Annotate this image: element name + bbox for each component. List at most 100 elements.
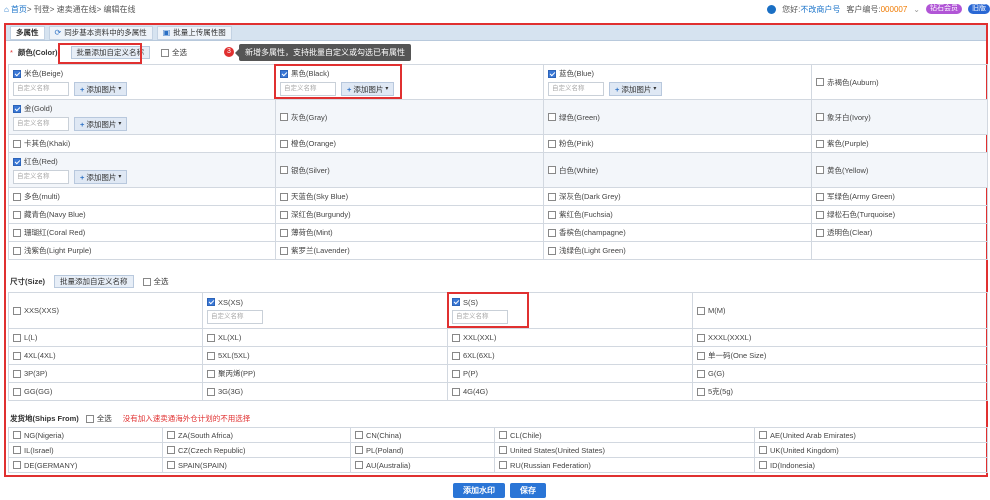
option-label[interactable]: 聚丙烯(PP) bbox=[207, 368, 443, 379]
checkbox[interactable] bbox=[548, 69, 556, 78]
add-watermark-button[interactable]: 添加水印 bbox=[453, 483, 505, 498]
option-label[interactable]: 藏青色(Navy Blue) bbox=[13, 209, 271, 220]
option-label[interactable]: G(G) bbox=[697, 369, 983, 378]
checkbox[interactable] bbox=[207, 351, 215, 360]
option-label[interactable]: 赤褐色(Auburn) bbox=[816, 77, 983, 88]
checkbox[interactable] bbox=[207, 369, 215, 378]
breadcrumb-home[interactable]: 首页 bbox=[11, 4, 27, 15]
checkbox[interactable] bbox=[499, 431, 507, 439]
size-batch-button[interactable]: 批量添加自定义名称 bbox=[54, 275, 134, 288]
checkbox[interactable] bbox=[816, 192, 824, 201]
checkbox[interactable] bbox=[280, 246, 288, 255]
option-label[interactable]: 军绿色(Army Green) bbox=[816, 191, 983, 202]
option-label[interactable]: XS(XS) bbox=[207, 298, 443, 307]
option-label[interactable]: ID(Indonesia) bbox=[759, 461, 983, 470]
checkbox[interactable] bbox=[13, 104, 21, 113]
option-label[interactable]: IL(Israel) bbox=[13, 446, 158, 455]
custom-name-input[interactable]: 自定义名称 bbox=[548, 82, 604, 96]
option-label[interactable]: UK(United Kingdom) bbox=[759, 446, 983, 455]
checkbox[interactable] bbox=[280, 113, 288, 121]
option-label[interactable]: ZA(South Africa) bbox=[167, 431, 346, 440]
option-label[interactable]: 卡其色(Khaki) bbox=[13, 138, 271, 149]
checkbox[interactable] bbox=[816, 139, 824, 148]
checkbox[interactable] bbox=[13, 351, 21, 360]
custom-name-input[interactable]: 自定义名称 bbox=[13, 170, 69, 184]
option-label[interactable]: 橙色(Orange) bbox=[280, 138, 539, 149]
option-label[interactable]: 白色(White) bbox=[548, 165, 807, 176]
option-label[interactable]: 3P(3P) bbox=[13, 369, 198, 378]
checkbox[interactable] bbox=[13, 228, 21, 237]
option-label[interactable]: 深红色(Burgundy) bbox=[280, 209, 539, 220]
checkbox[interactable] bbox=[499, 461, 507, 469]
checkbox[interactable] bbox=[142, 277, 151, 286]
option-label[interactable]: CZ(Czech Republic) bbox=[167, 446, 346, 455]
add-image-button[interactable]: + 添加图片 ▾ bbox=[74, 117, 128, 131]
option-label[interactable]: 5克(5g) bbox=[697, 386, 983, 397]
tab-batch-upload[interactable]: ▣ 批量上传属性图 bbox=[156, 25, 232, 40]
checkbox[interactable] bbox=[280, 228, 288, 237]
option-label[interactable]: GG(GG) bbox=[13, 387, 198, 396]
checkbox[interactable] bbox=[697, 333, 705, 342]
option-label[interactable]: RU(Russian Federation) bbox=[499, 461, 750, 470]
option-label[interactable]: 4XL(4XL) bbox=[13, 351, 198, 360]
checkbox[interactable] bbox=[816, 228, 824, 237]
option-label[interactable]: SPAIN(SPAIN) bbox=[167, 461, 346, 470]
option-label[interactable]: 4G(4G) bbox=[452, 387, 688, 396]
checkbox[interactable] bbox=[13, 431, 21, 439]
option-label[interactable]: NG(Nigeria) bbox=[13, 431, 158, 440]
checkbox[interactable] bbox=[548, 210, 556, 219]
option-label[interactable]: 3G(3G) bbox=[207, 387, 443, 396]
save-button[interactable]: 保存 bbox=[510, 483, 546, 498]
option-label[interactable]: 单一码(One Size) bbox=[697, 350, 983, 361]
chevron-down-icon[interactable]: ⌄ bbox=[913, 5, 920, 14]
checkbox[interactable] bbox=[816, 210, 824, 219]
option-label[interactable]: 多色(multi) bbox=[13, 191, 271, 202]
checkbox[interactable] bbox=[816, 78, 824, 86]
option-label[interactable]: 金(Gold) bbox=[13, 103, 271, 114]
old-version-button[interactable]: 旧版 bbox=[968, 4, 990, 14]
checkbox[interactable] bbox=[13, 446, 21, 454]
option-label[interactable]: 象牙白(Ivory) bbox=[816, 112, 983, 123]
option-label[interactable]: XXXL(XXXL) bbox=[697, 333, 983, 342]
checkbox[interactable] bbox=[759, 461, 767, 469]
checkbox[interactable] bbox=[13, 369, 21, 378]
checkbox[interactable] bbox=[452, 351, 460, 360]
checkbox[interactable] bbox=[161, 48, 169, 57]
option-label[interactable]: XXS(XXS) bbox=[13, 306, 198, 315]
add-image-button[interactable]: + 添加图片 ▾ bbox=[74, 82, 128, 96]
checkbox[interactable] bbox=[452, 333, 460, 342]
checkbox[interactable] bbox=[13, 333, 21, 342]
checkbox[interactable] bbox=[548, 113, 556, 121]
checkbox[interactable] bbox=[13, 210, 21, 219]
color-select-all[interactable]: 全选 bbox=[161, 47, 187, 58]
option-label[interactable]: CL(Chile) bbox=[499, 431, 750, 440]
option-label[interactable]: United States(United States) bbox=[499, 446, 750, 455]
option-label[interactable]: XXL(XXL) bbox=[452, 333, 688, 342]
checkbox[interactable] bbox=[167, 446, 175, 454]
checkbox[interactable] bbox=[167, 461, 175, 469]
checkbox[interactable] bbox=[816, 113, 824, 121]
home-icon[interactable]: ⌂ bbox=[4, 5, 9, 14]
checkbox[interactable] bbox=[499, 446, 507, 454]
option-label[interactable]: 紫红色(Fuchsia) bbox=[548, 209, 807, 220]
add-image-button[interactable]: + 添加图片 ▾ bbox=[74, 170, 128, 184]
option-label[interactable]: 红色(Red) bbox=[13, 156, 271, 167]
option-label[interactable]: AE(United Arab Emirates) bbox=[759, 431, 983, 440]
option-label[interactable]: 天蓝色(Sky Blue) bbox=[280, 191, 539, 202]
custom-name-input[interactable]: 自定义名称 bbox=[13, 82, 69, 96]
checkbox[interactable] bbox=[13, 69, 21, 78]
checkbox[interactable] bbox=[355, 461, 363, 469]
checkbox[interactable] bbox=[280, 192, 288, 201]
checkbox[interactable] bbox=[13, 246, 21, 255]
option-label[interactable]: 深灰色(Dark Grey) bbox=[548, 191, 807, 202]
option-label[interactable]: 香槟色(champagne) bbox=[548, 227, 807, 238]
option-label[interactable]: 珊瑚红(Coral Red) bbox=[13, 227, 271, 238]
checkbox[interactable] bbox=[13, 192, 21, 201]
checkbox[interactable] bbox=[355, 446, 363, 454]
option-label[interactable]: 绿松石色(Turquoise) bbox=[816, 209, 983, 220]
checkbox[interactable] bbox=[697, 306, 705, 315]
checkbox[interactable] bbox=[548, 192, 556, 201]
checkbox[interactable] bbox=[697, 387, 705, 396]
custom-name-input[interactable]: 自定义名称 bbox=[207, 309, 263, 324]
option-label[interactable]: 灰色(Gray) bbox=[280, 112, 539, 123]
